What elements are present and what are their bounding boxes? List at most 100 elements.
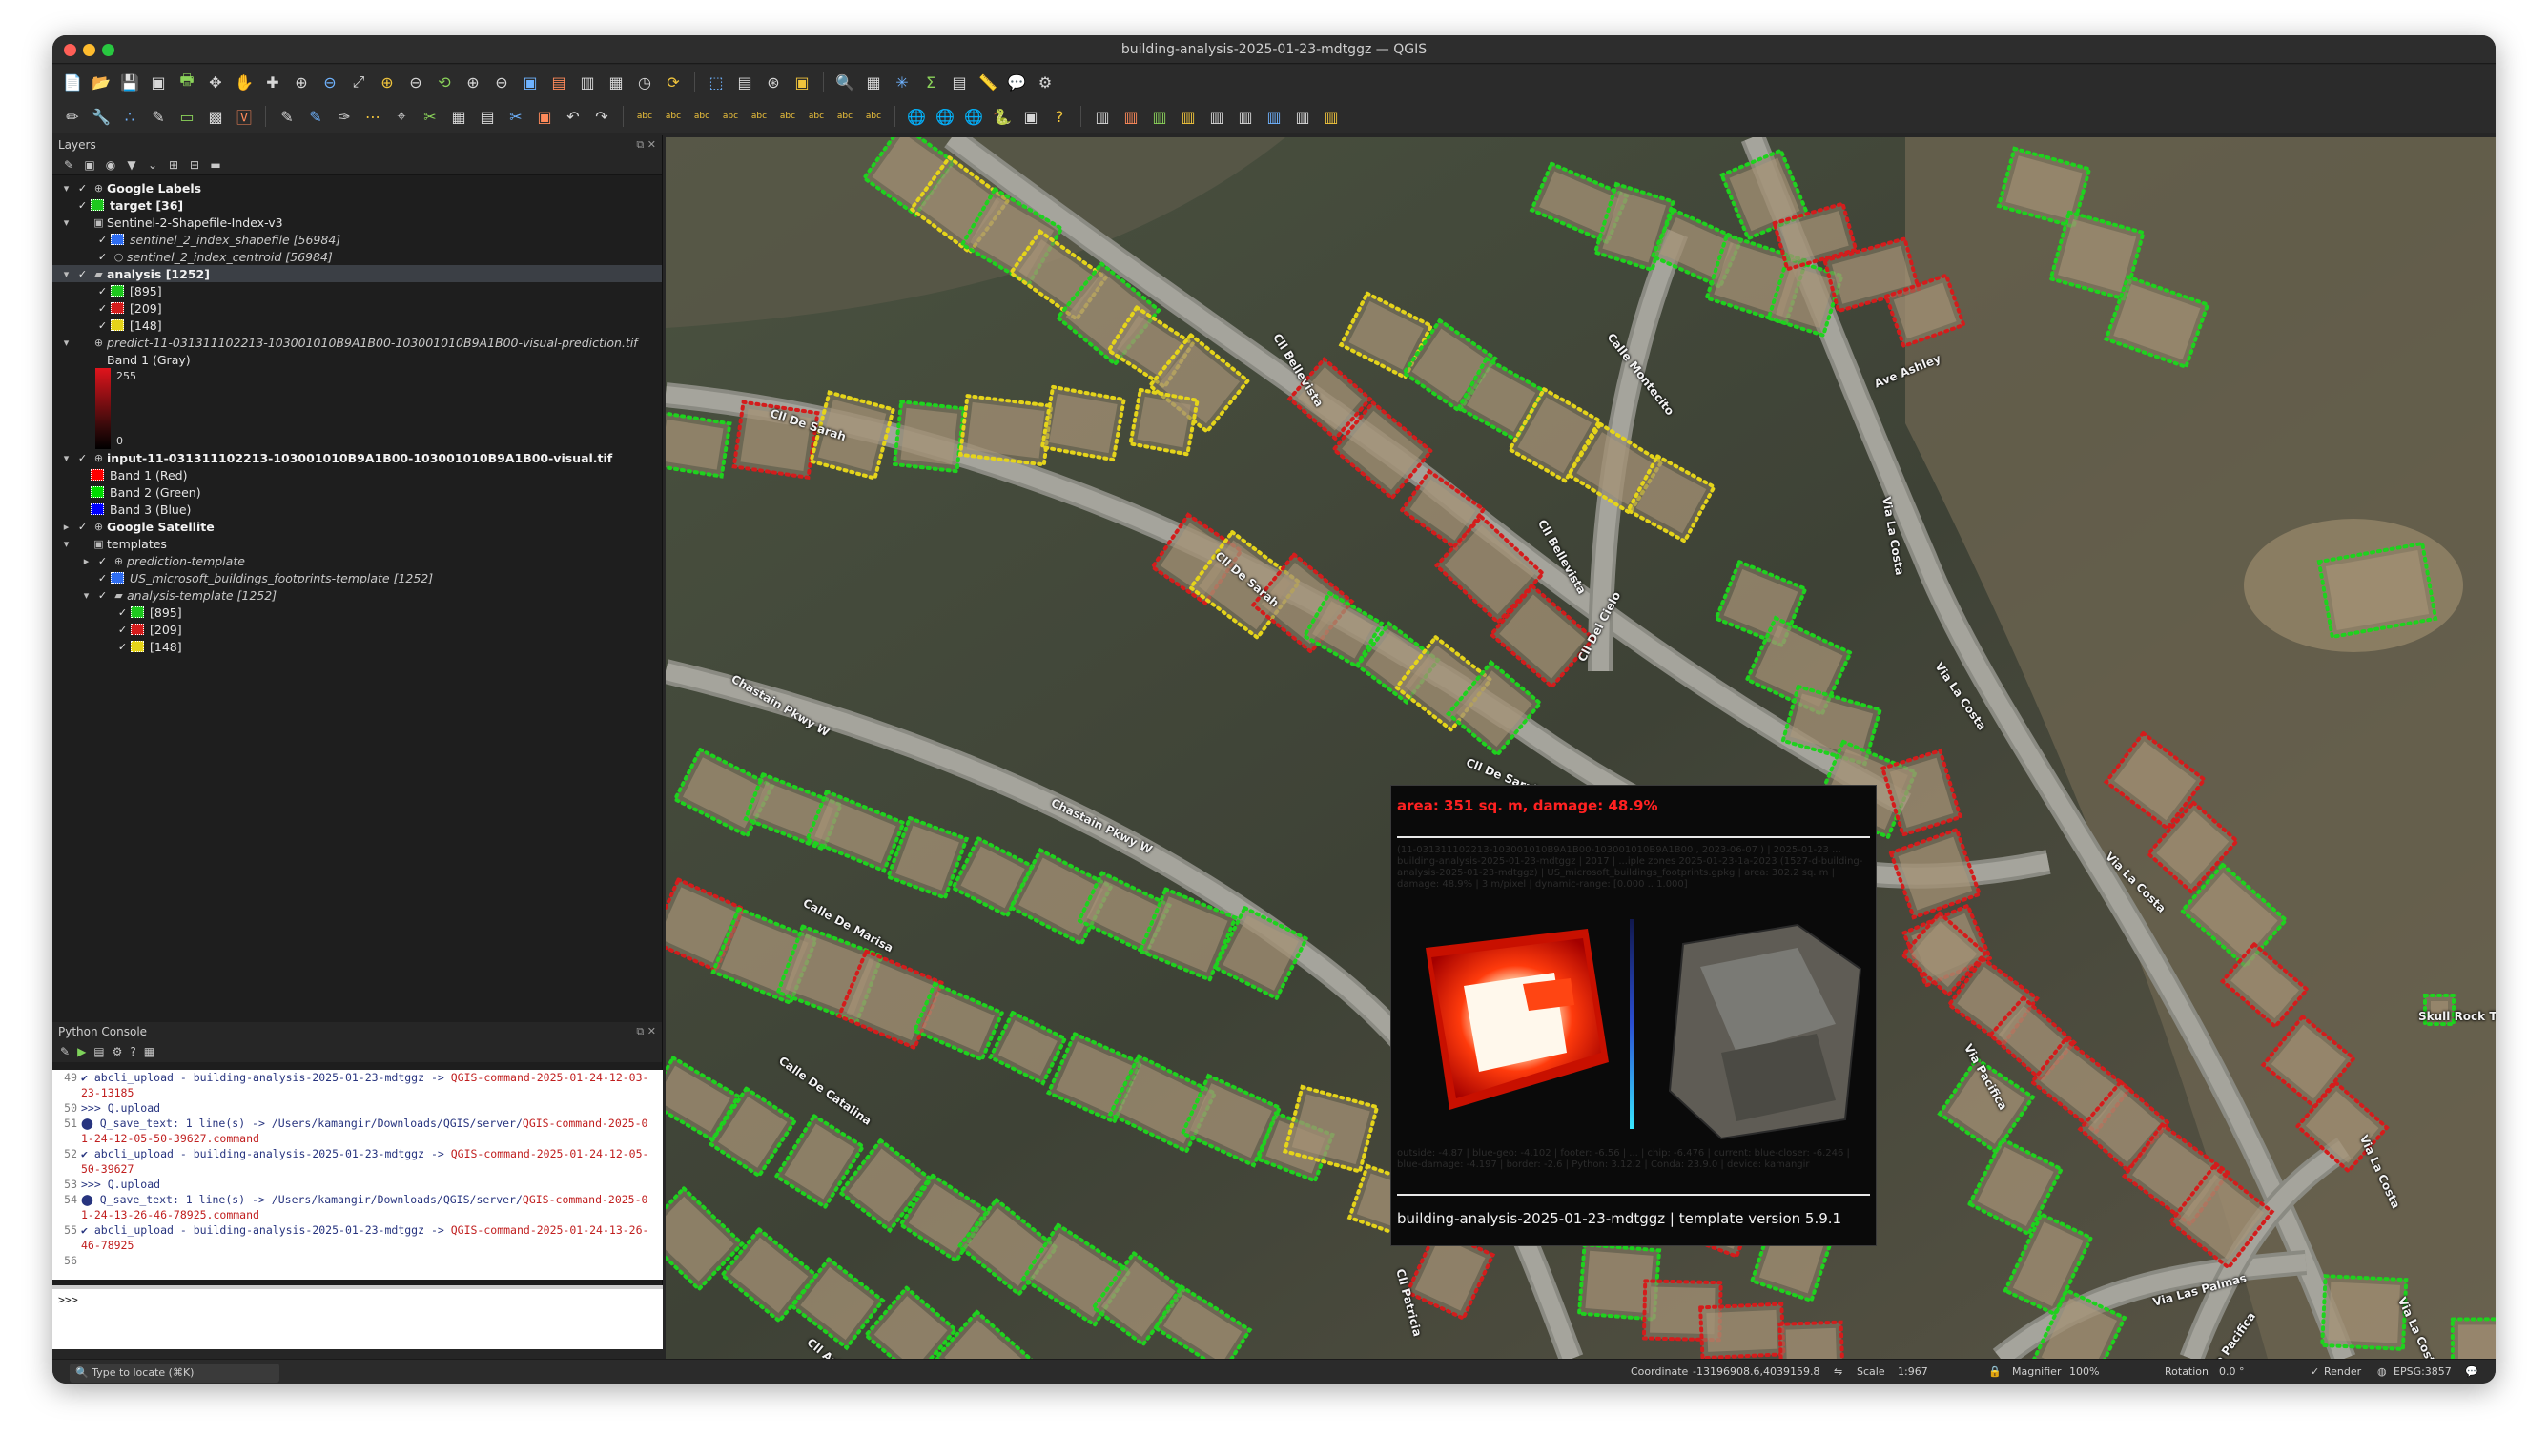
tb1-tool-34-icon[interactable]: 💬: [1004, 70, 1029, 94]
crs-button[interactable]: EPSG:3857: [2394, 1360, 2452, 1384]
tb1-tool-10-icon[interactable]: ⤢: [346, 70, 371, 94]
tb2-tool-17-icon[interactable]: ▣: [532, 104, 557, 129]
close-console-icon[interactable]: ⧉ ✕: [636, 1022, 656, 1041]
layer-row[interactable]: ✓ target [36]: [52, 196, 662, 214]
building-footprint[interactable]: [1039, 384, 1126, 462]
tb2-tool-46-icon[interactable]: ▥: [1319, 104, 1344, 129]
tb1-tool-6-icon[interactable]: ✋: [232, 70, 257, 94]
layer-row[interactable]: ✓ US_microsoft_buildings_footprints-templ…: [52, 569, 662, 586]
layer-row[interactable]: ▾ ⊕ predict-11-031311102213-103001010B9A1B…: [52, 334, 662, 351]
expand-arrow-icon[interactable]: ▾: [58, 182, 74, 195]
tb2-tool-34-icon[interactable]: 🐍: [990, 104, 1015, 129]
visibility-checkbox[interactable]: ✓: [94, 285, 111, 297]
collapse-all-icon[interactable]: ⊟: [186, 158, 203, 172]
layer-row[interactable]: ✓ [148]: [52, 317, 662, 334]
tb2-tool-4-icon[interactable]: ▭: [175, 104, 199, 129]
layer-row[interactable]: ✓ ○ sentinel_2_index_centroid [56984]: [52, 248, 662, 265]
tb2-tool-24-icon[interactable]: abc: [718, 104, 743, 129]
visibility-checkbox[interactable]: ✓: [94, 319, 111, 332]
layer-row[interactable]: ✓ [209]: [52, 299, 662, 317]
tb2-tool-35-icon[interactable]: ▣: [1018, 104, 1043, 129]
tb1-tool-19-icon[interactable]: ▦: [604, 70, 628, 94]
tb2-tool-10-icon[interactable]: ✑: [332, 104, 357, 129]
tb2-tool-5-icon[interactable]: ▩: [203, 104, 228, 129]
visibility-checkbox[interactable]: ✓: [94, 302, 111, 315]
layer-row[interactable]: ▾ ✓ ▰ analysis-template [1252]: [52, 586, 662, 604]
tb2-tool-12-icon[interactable]: ⌖: [389, 104, 414, 129]
help-icon[interactable]: ?: [130, 1045, 135, 1058]
tb2-tool-38-icon[interactable]: ▥: [1090, 104, 1115, 129]
tb1-tool-1-icon[interactable]: 📂: [89, 70, 113, 94]
tb1-tool-8-icon[interactable]: ⊕: [289, 70, 314, 94]
expand-arrow-icon[interactable]: ▾: [58, 216, 74, 229]
expand-arrow-icon[interactable]: ▾: [58, 268, 74, 280]
tb1-tool-21-icon[interactable]: ⟳: [661, 70, 686, 94]
visibility-checkbox[interactable]: ✓: [74, 452, 91, 464]
expand-all-icon[interactable]: ⊞: [165, 158, 182, 172]
tb2-tool-19-icon[interactable]: ↷: [589, 104, 614, 129]
style-manager-icon[interactable]: ✎: [60, 158, 77, 172]
scale-lock-icon[interactable]: ⇋: [1834, 1360, 1842, 1384]
layer-row[interactable]: ▾ ▣ Sentinel-2-Shapefile-Index-v3: [52, 214, 662, 231]
remove-layer-icon[interactable]: ▬: [207, 158, 224, 172]
tb1-tool-25-icon[interactable]: ⊛: [761, 70, 786, 94]
tb1-tool-12-icon[interactable]: ⊖: [403, 70, 428, 94]
tb1-tool-13-icon[interactable]: ⟲: [432, 70, 457, 94]
tb1-tool-16-icon[interactable]: ▣: [518, 70, 543, 94]
expand-arrow-icon[interactable]: ▸: [78, 555, 94, 567]
filter-legend-icon[interactable]: ⌄: [144, 158, 161, 172]
tb1-tool-35-icon[interactable]: ⚙: [1033, 70, 1058, 94]
lock-icon[interactable]: 🔒: [1988, 1360, 2002, 1384]
layer-row[interactable]: ✓ [895]: [52, 282, 662, 299]
building-footprint[interactable]: [2450, 1317, 2496, 1359]
tb2-tool-45-icon[interactable]: ▥: [1290, 104, 1315, 129]
layer-row[interactable]: Band 3 (Blue): [52, 501, 662, 518]
layer-row[interactable]: ▾ ▣ templates: [52, 535, 662, 552]
expand-arrow-icon[interactable]: ▾: [58, 538, 74, 550]
tb1-tool-26-icon[interactable]: ▣: [790, 70, 814, 94]
tb2-tool-29-icon[interactable]: abc: [861, 104, 886, 129]
coordinate-field[interactable]: -13196908.6,4039159.8: [1693, 1360, 1819, 1384]
tb2-tool-39-icon[interactable]: ▥: [1119, 104, 1143, 129]
visibility-checkbox[interactable]: ✓: [74, 199, 91, 212]
tb2-tool-36-icon[interactable]: ?: [1047, 104, 1072, 129]
tb2-tool-22-icon[interactable]: abc: [661, 104, 686, 129]
layer-row[interactable]: ▸ ✓ ⊕ prediction-template: [52, 552, 662, 569]
tb2-tool-27-icon[interactable]: abc: [804, 104, 829, 129]
tb1-tool-2-icon[interactable]: 💾: [117, 70, 142, 94]
tb1-tool-17-icon[interactable]: ▤: [546, 70, 571, 94]
tb1-tool-4-icon[interactable]: 🖶: [175, 70, 199, 94]
tb1-tool-18-icon[interactable]: ▥: [575, 70, 600, 94]
magnifier-field[interactable]: 100%: [2069, 1360, 2099, 1384]
tb2-tool-16-icon[interactable]: ✂: [503, 104, 528, 129]
tb1-tool-30-icon[interactable]: ✳: [890, 70, 914, 94]
tb1-tool-31-icon[interactable]: Σ: [918, 70, 943, 94]
visibility-checkbox[interactable]: ✓: [94, 234, 111, 246]
tb1-tool-5-icon[interactable]: ✥: [203, 70, 228, 94]
expand-arrow-icon[interactable]: ▸: [58, 521, 74, 533]
tb2-tool-11-icon[interactable]: ⋯: [360, 104, 385, 129]
console-history[interactable]: 49 ✔ abcli_upload - building-analysis-202…: [52, 1070, 663, 1280]
visibility-checkbox[interactable]: ✓: [94, 555, 111, 567]
tb1-tool-23-icon[interactable]: ⬚: [704, 70, 729, 94]
expand-arrow-icon[interactable]: ▾: [58, 452, 74, 464]
show-editor-icon[interactable]: ▤: [93, 1045, 104, 1058]
tb2-tool-14-icon[interactable]: ▦: [446, 104, 471, 129]
tb2-tool-8-icon[interactable]: ✎: [275, 104, 299, 129]
tb2-tool-15-icon[interactable]: ▤: [475, 104, 500, 129]
building-analysis-popup[interactable]: area: 351 sq. m, damage: 48.9% (11-03131…: [1390, 785, 1877, 1246]
layer-row[interactable]: ▸ ✓ ⊕ Google Satellite: [52, 518, 662, 535]
layer-row[interactable]: ✓ [148]: [52, 638, 662, 655]
tb2-tool-13-icon[interactable]: ✂: [418, 104, 442, 129]
building-footprint[interactable]: [666, 410, 732, 479]
visibility-checkbox[interactable]: ✓: [114, 624, 131, 636]
tb1-tool-29-icon[interactable]: ▦: [861, 70, 886, 94]
tb2-tool-42-icon[interactable]: ▥: [1204, 104, 1229, 129]
tb2-tool-9-icon[interactable]: ✎: [303, 104, 328, 129]
tb1-tool-33-icon[interactable]: 📏: [976, 70, 1000, 94]
building-footprint[interactable]: [892, 399, 966, 474]
visibility-icon[interactable]: ◉: [102, 158, 119, 172]
visibility-checkbox[interactable]: ✓: [114, 606, 131, 619]
tb2-tool-21-icon[interactable]: abc: [632, 104, 657, 129]
tb2-tool-1-icon[interactable]: 🔧: [89, 104, 113, 129]
